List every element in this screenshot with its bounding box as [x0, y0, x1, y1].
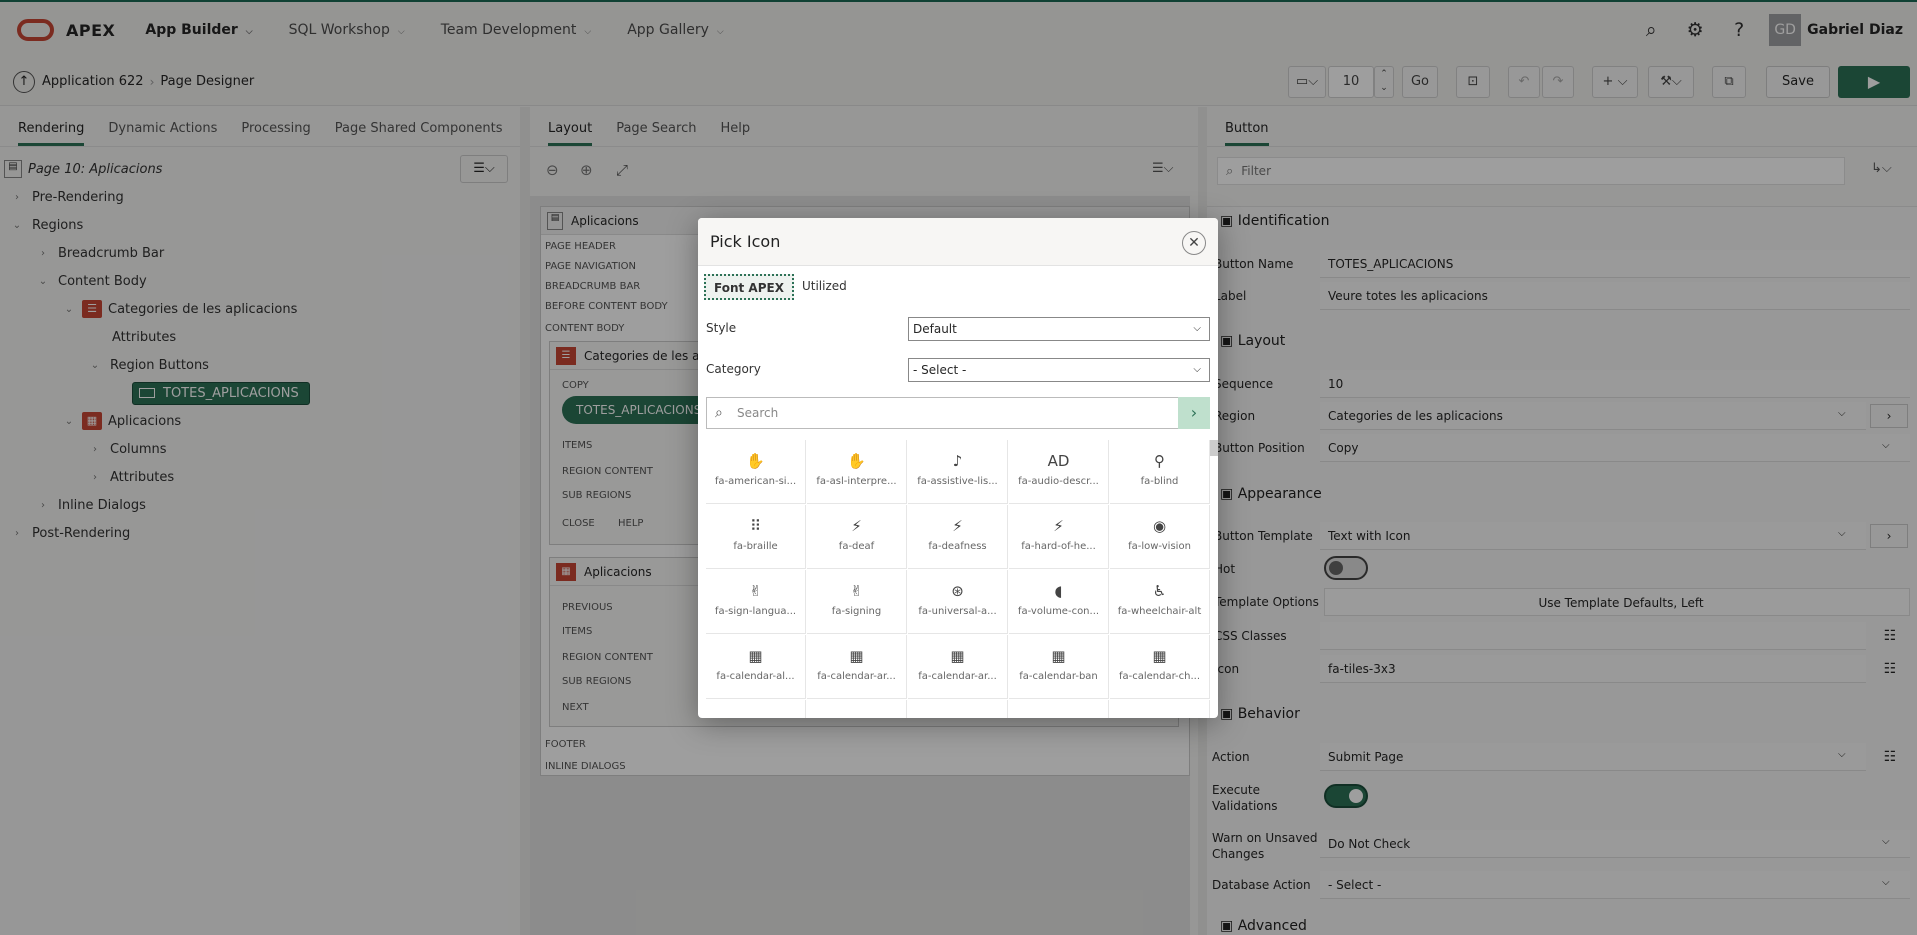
icon-option-name: fa-universal-a... — [918, 606, 997, 617]
icon-glyph-icon: ▦ — [1051, 647, 1066, 665]
icon-option[interactable]: ▦ fa-calendar-ch... — [1110, 635, 1210, 699]
style-select[interactable]: Default ⌵ — [908, 317, 1210, 341]
icon-option-name: fa-american-si... — [714, 476, 797, 487]
icon-option-name: fa-wheelchair-alt — [1117, 606, 1202, 617]
icon-option[interactable]: ⚡ fa-deaf — [807, 505, 907, 569]
icon-option[interactable]: ⚡ fa-hard-of-he... — [1009, 505, 1109, 569]
icon-option-name: fa-calendar-ban — [1019, 671, 1098, 682]
icon-option-name: fa-volume-con... — [1017, 606, 1100, 617]
icon-grid: ✋ fa-american-si... ✋ fa-asl-interpre... ♪ fa… — [706, 440, 1210, 718]
icon-glyph-icon: ⠿ — [750, 517, 761, 535]
icon-option[interactable]: ◉ fa-low-vision — [1110, 505, 1210, 569]
icon-search-input[interactable]: ⌕ Search — [706, 397, 1182, 429]
dialog-header: Pick Icon ✕ — [698, 218, 1218, 266]
icon-option[interactable]: ✌ fa-sign-langua... — [706, 570, 806, 634]
category-label: Category — [706, 362, 761, 376]
icon-option-name: fa-deafness — [928, 541, 987, 552]
icon-glyph-icon: ⚡ — [952, 517, 963, 535]
search-go-button[interactable]: › — [1178, 397, 1210, 429]
icon-option[interactable] — [1110, 700, 1210, 718]
icon-glyph-icon: ⚲ — [1154, 452, 1165, 470]
icon-option[interactable] — [908, 700, 1008, 718]
icon-glyph-icon: ▦ — [849, 647, 864, 665]
icon-glyph-icon: ♪ — [952, 452, 963, 470]
dialog-title: Pick Icon — [710, 232, 781, 251]
icon-glyph-icon: ⚡ — [851, 517, 862, 535]
icon-option[interactable]: ✋ fa-american-si... — [706, 440, 806, 504]
icon-option[interactable] — [807, 700, 907, 718]
icon-glyph-icon: ◖ — [1054, 582, 1063, 600]
icon-option[interactable]: ◖ fa-volume-con... — [1009, 570, 1109, 634]
search-placeholder: Search — [737, 406, 779, 420]
grid-scrollbar[interactable] — [1210, 440, 1218, 456]
chevron-down-icon: ⌵ — [1193, 323, 1201, 334]
icon-glyph-icon: ✌ — [749, 582, 762, 600]
icon-glyph-icon: ♿ — [1152, 582, 1167, 600]
icon-option-name: fa-assistive-lis... — [917, 476, 998, 487]
icon-glyph-icon: ◉ — [1152, 517, 1167, 535]
icon-option[interactable]: ✋ fa-asl-interpre... — [807, 440, 907, 504]
category-value: - Select - — [913, 363, 967, 377]
icon-option[interactable]: ⊛ fa-universal-a... — [908, 570, 1008, 634]
icon-option-name: fa-calendar-ch... — [1118, 671, 1201, 682]
icon-option-name: fa-low-vision — [1128, 541, 1191, 552]
icon-option-name: fa-calendar-al... — [716, 671, 795, 682]
icon-option[interactable]: ▦ fa-calendar-ar... — [908, 635, 1008, 699]
icon-option-name: fa-signing — [831, 606, 882, 617]
icon-option-name: fa-blind — [1140, 476, 1179, 487]
icon-option-name: fa-hard-of-he... — [1021, 541, 1096, 552]
icon-option[interactable] — [1009, 700, 1109, 718]
icon-option-name: fa-audio-descr... — [1018, 476, 1099, 487]
icon-glyph-icon: AD — [1047, 452, 1070, 470]
icon-option-name: fa-asl-interpre... — [816, 476, 897, 487]
icon-option[interactable]: ♿ fa-wheelchair-alt — [1110, 570, 1210, 634]
icon-option-name: fa-sign-langua... — [714, 606, 797, 617]
icon-glyph-icon: ▦ — [1152, 647, 1167, 665]
style-value: Default — [913, 322, 957, 336]
close-icon[interactable]: ✕ — [1182, 231, 1206, 255]
pick-icon-dialog: Pick Icon ✕ Font APEX Utilized Style Def… — [698, 218, 1218, 718]
icon-option[interactable]: ▦ fa-calendar-ban — [1009, 635, 1109, 699]
icon-option[interactable]: AD fa-audio-descr... — [1009, 440, 1109, 504]
icon-option[interactable] — [706, 700, 806, 718]
icon-glyph-icon: ✌ — [850, 582, 863, 600]
icon-glyph-icon: ✋ — [847, 452, 866, 470]
icon-glyph-icon: ⚡ — [1053, 517, 1064, 535]
dialog-tabs: Font APEX Utilized — [704, 274, 855, 300]
icon-option[interactable]: ♪ fa-assistive-lis... — [908, 440, 1008, 504]
icon-option[interactable]: ⚲ fa-blind — [1110, 440, 1210, 504]
search-icon: ⌕ — [715, 405, 723, 421]
icon-option-name: fa-deaf — [838, 541, 875, 552]
icon-glyph-icon: ✋ — [746, 452, 765, 470]
chevron-down-icon: ⌵ — [1193, 364, 1201, 375]
icon-option[interactable]: ▦ fa-calendar-ar... — [807, 635, 907, 699]
tab-font-apex[interactable]: Font APEX — [704, 274, 794, 300]
tab-utilized[interactable]: Utilized — [794, 274, 855, 300]
icon-glyph-icon: ▦ — [950, 647, 965, 665]
style-label: Style — [706, 321, 737, 335]
icon-glyph-icon: ▦ — [748, 647, 763, 665]
icon-option-name: fa-calendar-ar... — [918, 671, 997, 682]
icon-option-name: fa-braille — [733, 541, 778, 552]
chevron-right-icon: › — [1190, 403, 1198, 422]
icon-option[interactable]: ⠿ fa-braille — [706, 505, 806, 569]
icon-option[interactable]: ✌ fa-signing — [807, 570, 907, 634]
icon-option[interactable]: ⚡ fa-deafness — [908, 505, 1008, 569]
icon-glyph-icon: ⊛ — [951, 582, 964, 600]
icon-option[interactable]: ▦ fa-calendar-al... — [706, 635, 806, 699]
category-select[interactable]: - Select - ⌵ — [908, 358, 1210, 382]
icon-option-name: fa-calendar-ar... — [817, 671, 896, 682]
